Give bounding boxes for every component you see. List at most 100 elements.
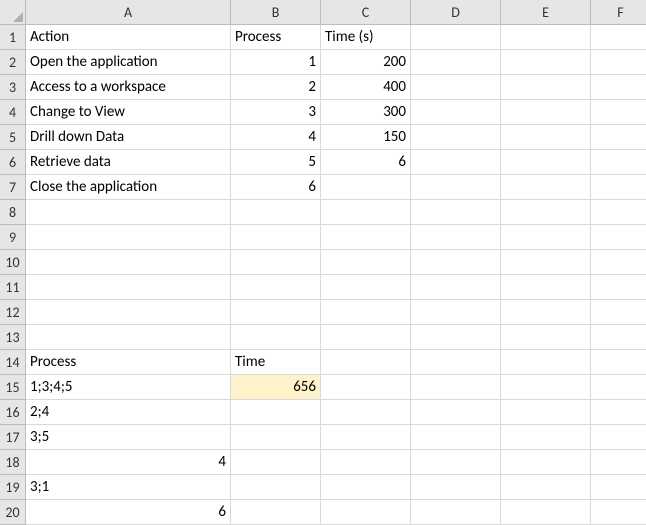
column-header-B[interactable]: B	[231, 0, 321, 25]
cell-C5[interactable]: 150	[321, 125, 411, 150]
row-header-16[interactable]: 16	[0, 400, 26, 425]
row-header-13[interactable]: 13	[0, 325, 26, 350]
cell-F19[interactable]	[591, 475, 646, 500]
row-header-20[interactable]: 20	[0, 500, 26, 525]
cell-B8[interactable]	[231, 200, 321, 225]
cell-E1[interactable]	[501, 25, 591, 50]
cell-B5[interactable]: 4	[231, 125, 321, 150]
cell-C3[interactable]: 400	[321, 75, 411, 100]
cell-F16[interactable]	[591, 400, 646, 425]
cell-E3[interactable]	[501, 75, 591, 100]
cell-F18[interactable]	[591, 450, 646, 475]
cell-D7[interactable]	[411, 175, 501, 200]
cell-C12[interactable]	[321, 300, 411, 325]
cell-C2[interactable]: 200	[321, 50, 411, 75]
cell-A11[interactable]	[26, 275, 231, 300]
cell-E14[interactable]	[501, 350, 591, 375]
cell-E13[interactable]	[501, 325, 591, 350]
cell-E12[interactable]	[501, 300, 591, 325]
cell-C19[interactable]	[321, 475, 411, 500]
cell-F9[interactable]	[591, 225, 646, 250]
cell-A2[interactable]: Open the application	[26, 50, 231, 75]
row-header-8[interactable]: 8	[0, 200, 26, 225]
cell-E18[interactable]	[501, 450, 591, 475]
cell-D17[interactable]	[411, 425, 501, 450]
cell-F13[interactable]	[591, 325, 646, 350]
cell-F7[interactable]	[591, 175, 646, 200]
cell-F20[interactable]	[591, 500, 646, 525]
row-header-12[interactable]: 12	[0, 300, 26, 325]
cell-F10[interactable]	[591, 250, 646, 275]
cell-C6[interactable]: 6	[321, 150, 411, 175]
cell-A10[interactable]	[26, 250, 231, 275]
cell-B9[interactable]	[231, 225, 321, 250]
cell-E15[interactable]	[501, 375, 591, 400]
cell-C18[interactable]	[321, 450, 411, 475]
cell-D5[interactable]	[411, 125, 501, 150]
cell-D9[interactable]	[411, 225, 501, 250]
cell-D1[interactable]	[411, 25, 501, 50]
cell-C13[interactable]	[321, 325, 411, 350]
cell-D11[interactable]	[411, 275, 501, 300]
cell-B14[interactable]: Time	[231, 350, 321, 375]
cell-D14[interactable]	[411, 350, 501, 375]
cell-C8[interactable]	[321, 200, 411, 225]
cell-E4[interactable]	[501, 100, 591, 125]
cell-F15[interactable]	[591, 375, 646, 400]
cell-B12[interactable]	[231, 300, 321, 325]
cell-D6[interactable]	[411, 150, 501, 175]
cell-A12[interactable]	[26, 300, 231, 325]
cell-E19[interactable]	[501, 475, 591, 500]
row-header-19[interactable]: 19	[0, 475, 26, 500]
cell-A7[interactable]: Close the application	[26, 175, 231, 200]
cell-A3[interactable]: Access to a workspace	[26, 75, 231, 100]
row-header-5[interactable]: 5	[0, 125, 26, 150]
row-header-6[interactable]: 6	[0, 150, 26, 175]
cell-F14[interactable]	[591, 350, 646, 375]
cell-F17[interactable]	[591, 425, 646, 450]
cell-F3[interactable]	[591, 75, 646, 100]
cell-F8[interactable]	[591, 200, 646, 225]
cell-A14[interactable]: Process	[26, 350, 231, 375]
cell-C15[interactable]	[321, 375, 411, 400]
cell-A6[interactable]: Retrieve data	[26, 150, 231, 175]
cell-B10[interactable]	[231, 250, 321, 275]
cell-A19[interactable]: 3;1	[26, 475, 231, 500]
cell-D18[interactable]	[411, 450, 501, 475]
cell-B18[interactable]	[231, 450, 321, 475]
cell-A20[interactable]: 6	[26, 500, 231, 525]
row-header-7[interactable]: 7	[0, 175, 26, 200]
cell-B11[interactable]	[231, 275, 321, 300]
cell-A5[interactable]: Drill down Data	[26, 125, 231, 150]
row-header-3[interactable]: 3	[0, 75, 26, 100]
cell-D8[interactable]	[411, 200, 501, 225]
cell-A8[interactable]	[26, 200, 231, 225]
cell-C10[interactable]	[321, 250, 411, 275]
cell-B2[interactable]: 1	[231, 50, 321, 75]
select-all-corner[interactable]	[0, 0, 26, 25]
cell-E7[interactable]	[501, 175, 591, 200]
cell-B20[interactable]	[231, 500, 321, 525]
cell-C16[interactable]	[321, 400, 411, 425]
row-header-2[interactable]: 2	[0, 50, 26, 75]
cell-F1[interactable]	[591, 25, 646, 50]
cell-E9[interactable]	[501, 225, 591, 250]
cell-F2[interactable]	[591, 50, 646, 75]
cell-B17[interactable]	[231, 425, 321, 450]
cell-C20[interactable]	[321, 500, 411, 525]
row-header-18[interactable]: 18	[0, 450, 26, 475]
cell-B13[interactable]	[231, 325, 321, 350]
cell-D15[interactable]	[411, 375, 501, 400]
cell-D16[interactable]	[411, 400, 501, 425]
cell-E17[interactable]	[501, 425, 591, 450]
cell-F12[interactable]	[591, 300, 646, 325]
cell-A15[interactable]: 1;3;4;5	[26, 375, 231, 400]
column-header-E[interactable]: E	[501, 0, 591, 25]
cell-A18[interactable]: 4	[26, 450, 231, 475]
cell-D2[interactable]	[411, 50, 501, 75]
cell-C14[interactable]	[321, 350, 411, 375]
cell-D19[interactable]	[411, 475, 501, 500]
cell-E16[interactable]	[501, 400, 591, 425]
cell-B19[interactable]	[231, 475, 321, 500]
cell-A13[interactable]	[26, 325, 231, 350]
